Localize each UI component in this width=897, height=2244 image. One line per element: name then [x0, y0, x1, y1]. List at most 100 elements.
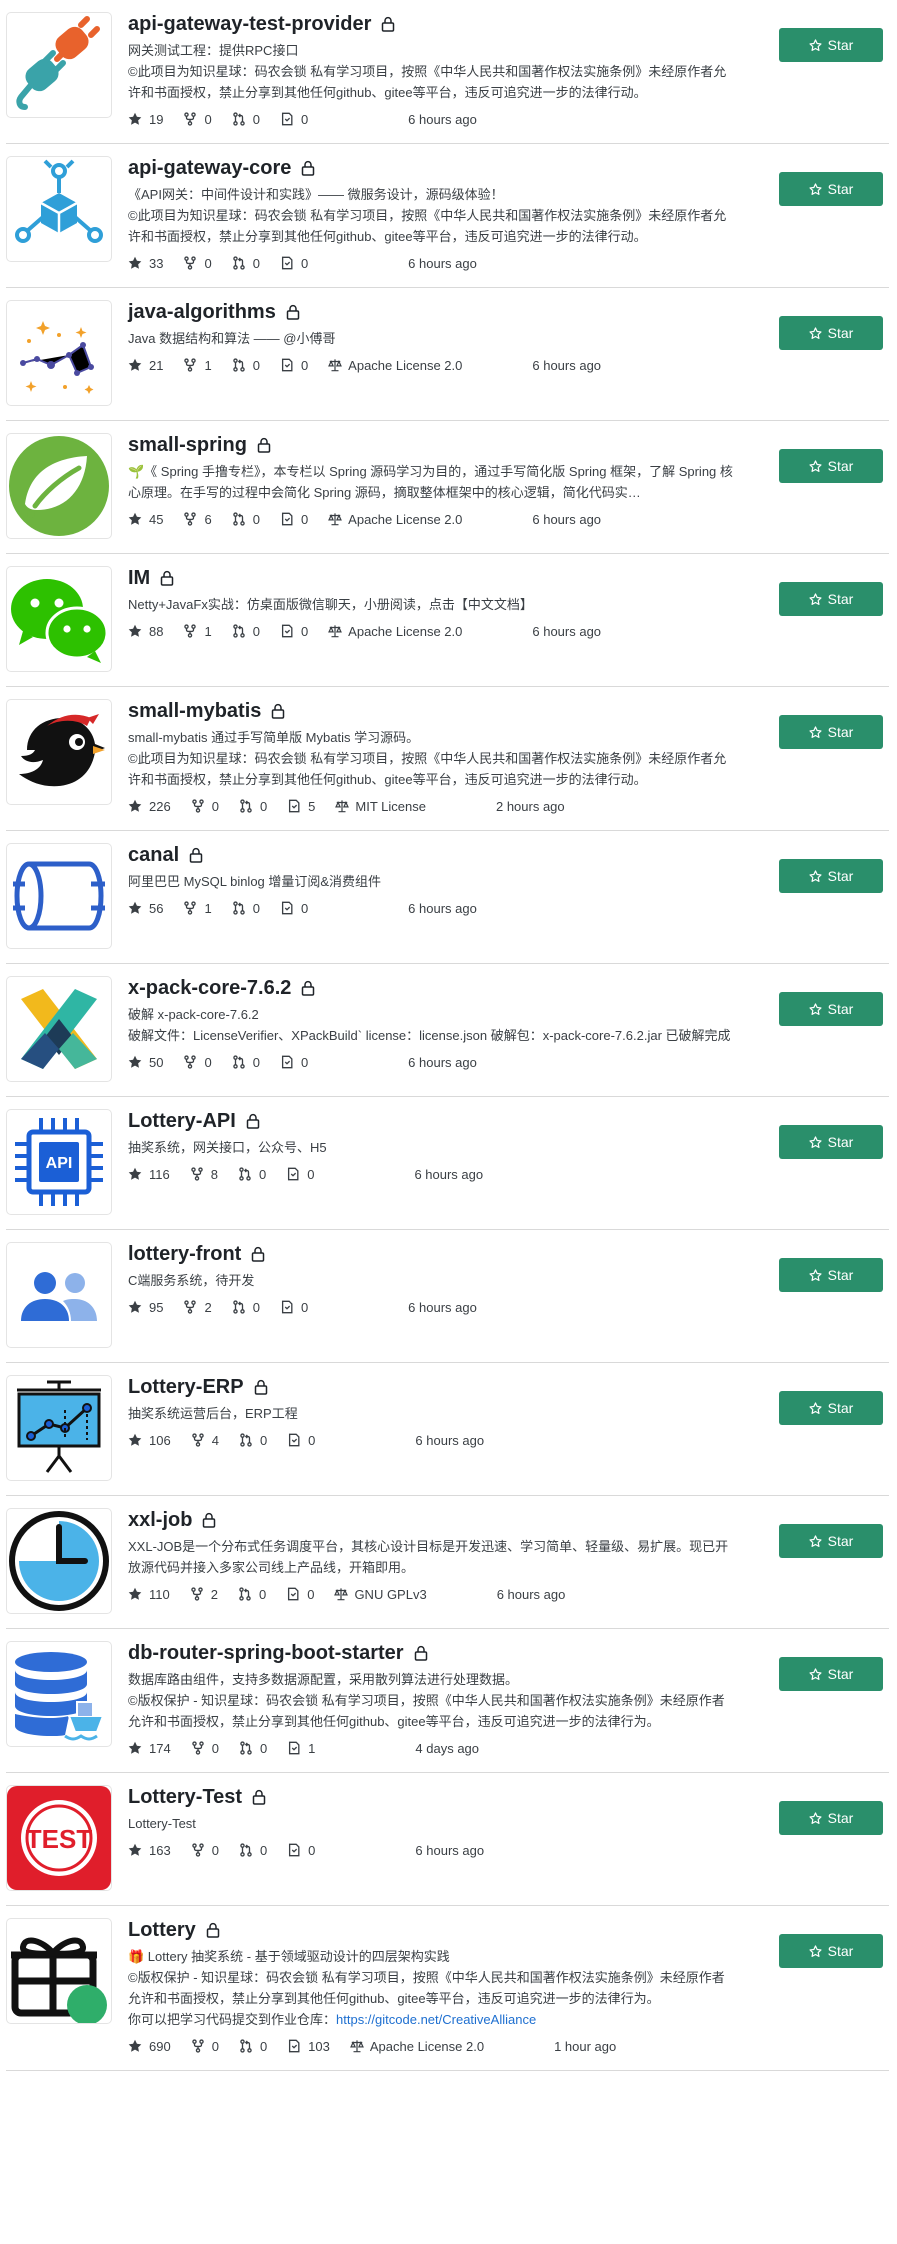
- repo-name-link[interactable]: IM: [128, 566, 150, 590]
- forks-stat[interactable]: 1: [183, 358, 212, 373]
- issues-stat[interactable]: 0: [280, 624, 308, 639]
- stars-stat[interactable]: 19: [128, 112, 163, 127]
- forks-stat[interactable]: 0: [183, 256, 212, 271]
- issues-stat[interactable]: 0: [280, 512, 308, 527]
- forks-stat[interactable]: 0: [183, 112, 212, 127]
- license-info[interactable]: Apache License 2.0: [328, 624, 462, 639]
- star-button[interactable]: Star: [779, 449, 883, 483]
- repo-name-link[interactable]: xxl-job: [128, 1508, 192, 1532]
- repo-avatar[interactable]: [6, 1375, 112, 1481]
- issues-stat[interactable]: 103: [287, 2039, 330, 2054]
- stars-stat[interactable]: 88: [128, 624, 163, 639]
- repo-name-link[interactable]: api-gateway-test-provider: [128, 12, 371, 36]
- star-button[interactable]: Star: [779, 859, 883, 893]
- forks-stat[interactable]: 2: [190, 1587, 218, 1602]
- forks-stat[interactable]: 0: [191, 799, 219, 814]
- forks-stat[interactable]: 4: [191, 1433, 219, 1448]
- forks-stat[interactable]: 0: [191, 1741, 219, 1756]
- repo-avatar[interactable]: [6, 433, 112, 539]
- stars-stat[interactable]: 56: [128, 901, 163, 916]
- stars-stat[interactable]: 106: [128, 1433, 171, 1448]
- repo-name-link[interactable]: small-spring: [128, 433, 247, 457]
- star-button[interactable]: Star: [779, 316, 883, 350]
- stars-stat[interactable]: 45: [128, 512, 163, 527]
- repo-name-link[interactable]: small-mybatis: [128, 699, 261, 723]
- repo-name-link[interactable]: lottery-front: [128, 1242, 241, 1266]
- pull-requests-stat[interactable]: 0: [239, 1843, 267, 1858]
- license-info[interactable]: GNU GPLv3: [334, 1587, 427, 1602]
- forks-stat[interactable]: 0: [183, 1055, 212, 1070]
- pull-requests-stat[interactable]: 0: [232, 1300, 260, 1315]
- star-button[interactable]: Star: [779, 992, 883, 1026]
- star-button[interactable]: Star: [779, 28, 883, 62]
- repo-name-link[interactable]: api-gateway-core: [128, 156, 291, 180]
- pull-requests-stat[interactable]: 0: [238, 1587, 266, 1602]
- star-button[interactable]: Star: [779, 1657, 883, 1691]
- description-link[interactable]: https://gitcode.net/CreativeAlliance: [336, 2012, 536, 2027]
- star-button[interactable]: Star: [779, 1934, 883, 1968]
- pull-requests-stat[interactable]: 0: [232, 358, 260, 373]
- repo-name-link[interactable]: Lottery-ERP: [128, 1375, 244, 1399]
- repo-avatar[interactable]: [6, 1242, 112, 1348]
- issues-stat[interactable]: 0: [287, 1433, 315, 1448]
- forks-stat[interactable]: 0: [191, 1843, 219, 1858]
- repo-avatar[interactable]: [6, 976, 112, 1082]
- pull-requests-stat[interactable]: 0: [239, 799, 267, 814]
- stars-stat[interactable]: 21: [128, 358, 163, 373]
- stars-stat[interactable]: 110: [128, 1587, 170, 1602]
- issues-stat[interactable]: 0: [287, 1843, 315, 1858]
- issues-stat[interactable]: 0: [280, 901, 308, 916]
- repo-name-link[interactable]: canal: [128, 843, 179, 867]
- repo-avatar[interactable]: [6, 1641, 112, 1747]
- pull-requests-stat[interactable]: 0: [238, 1167, 266, 1182]
- star-button[interactable]: Star: [779, 715, 883, 749]
- star-button[interactable]: Star: [779, 1125, 883, 1159]
- stars-stat[interactable]: 50: [128, 1055, 163, 1070]
- star-button[interactable]: Star: [779, 1391, 883, 1425]
- repo-avatar[interactable]: [6, 1508, 112, 1614]
- license-info[interactable]: Apache License 2.0: [328, 358, 462, 373]
- issues-stat[interactable]: 0: [286, 1167, 314, 1182]
- forks-stat[interactable]: 1: [183, 624, 212, 639]
- pull-requests-stat[interactable]: 0: [232, 624, 260, 639]
- star-button[interactable]: Star: [779, 1524, 883, 1558]
- forks-stat[interactable]: 6: [183, 512, 212, 527]
- issues-stat[interactable]: 0: [280, 112, 308, 127]
- stars-stat[interactable]: 33: [128, 256, 163, 271]
- stars-stat[interactable]: 690: [128, 2039, 171, 2054]
- issues-stat[interactable]: 0: [280, 1055, 308, 1070]
- stars-stat[interactable]: 95: [128, 1300, 163, 1315]
- forks-stat[interactable]: 1: [183, 901, 212, 916]
- repo-avatar[interactable]: [6, 12, 112, 118]
- forks-stat[interactable]: 8: [190, 1167, 218, 1182]
- stars-stat[interactable]: 174: [128, 1741, 171, 1756]
- repo-avatar[interactable]: [6, 699, 112, 805]
- repo-avatar[interactable]: TEST: [6, 1785, 112, 1891]
- pull-requests-stat[interactable]: 0: [232, 256, 260, 271]
- repo-name-link[interactable]: Lottery-Test: [128, 1785, 242, 1809]
- star-button[interactable]: Star: [779, 1258, 883, 1292]
- pull-requests-stat[interactable]: 0: [232, 112, 260, 127]
- repo-avatar[interactable]: API: [6, 1109, 112, 1215]
- issues-stat[interactable]: 0: [280, 358, 308, 373]
- repo-avatar[interactable]: [6, 843, 112, 949]
- stars-stat[interactable]: 226: [128, 799, 171, 814]
- repo-name-link[interactable]: db-router-spring-boot-starter: [128, 1641, 404, 1665]
- pull-requests-stat[interactable]: 0: [239, 2039, 267, 2054]
- pull-requests-stat[interactable]: 0: [232, 512, 260, 527]
- pull-requests-stat[interactable]: 0: [239, 1433, 267, 1448]
- star-button[interactable]: Star: [779, 582, 883, 616]
- repo-avatar[interactable]: [6, 566, 112, 672]
- forks-stat[interactable]: 2: [183, 1300, 212, 1315]
- issues-stat[interactable]: 5: [287, 799, 315, 814]
- repo-avatar[interactable]: [6, 1918, 112, 2024]
- issues-stat[interactable]: 1: [287, 1741, 315, 1756]
- repo-avatar[interactable]: [6, 156, 112, 262]
- star-button[interactable]: Star: [779, 172, 883, 206]
- star-button[interactable]: Star: [779, 1801, 883, 1835]
- forks-stat[interactable]: 0: [191, 2039, 219, 2054]
- pull-requests-stat[interactable]: 0: [232, 901, 260, 916]
- stars-stat[interactable]: 116: [128, 1167, 170, 1182]
- pull-requests-stat[interactable]: 0: [232, 1055, 260, 1070]
- license-info[interactable]: Apache License 2.0: [328, 512, 462, 527]
